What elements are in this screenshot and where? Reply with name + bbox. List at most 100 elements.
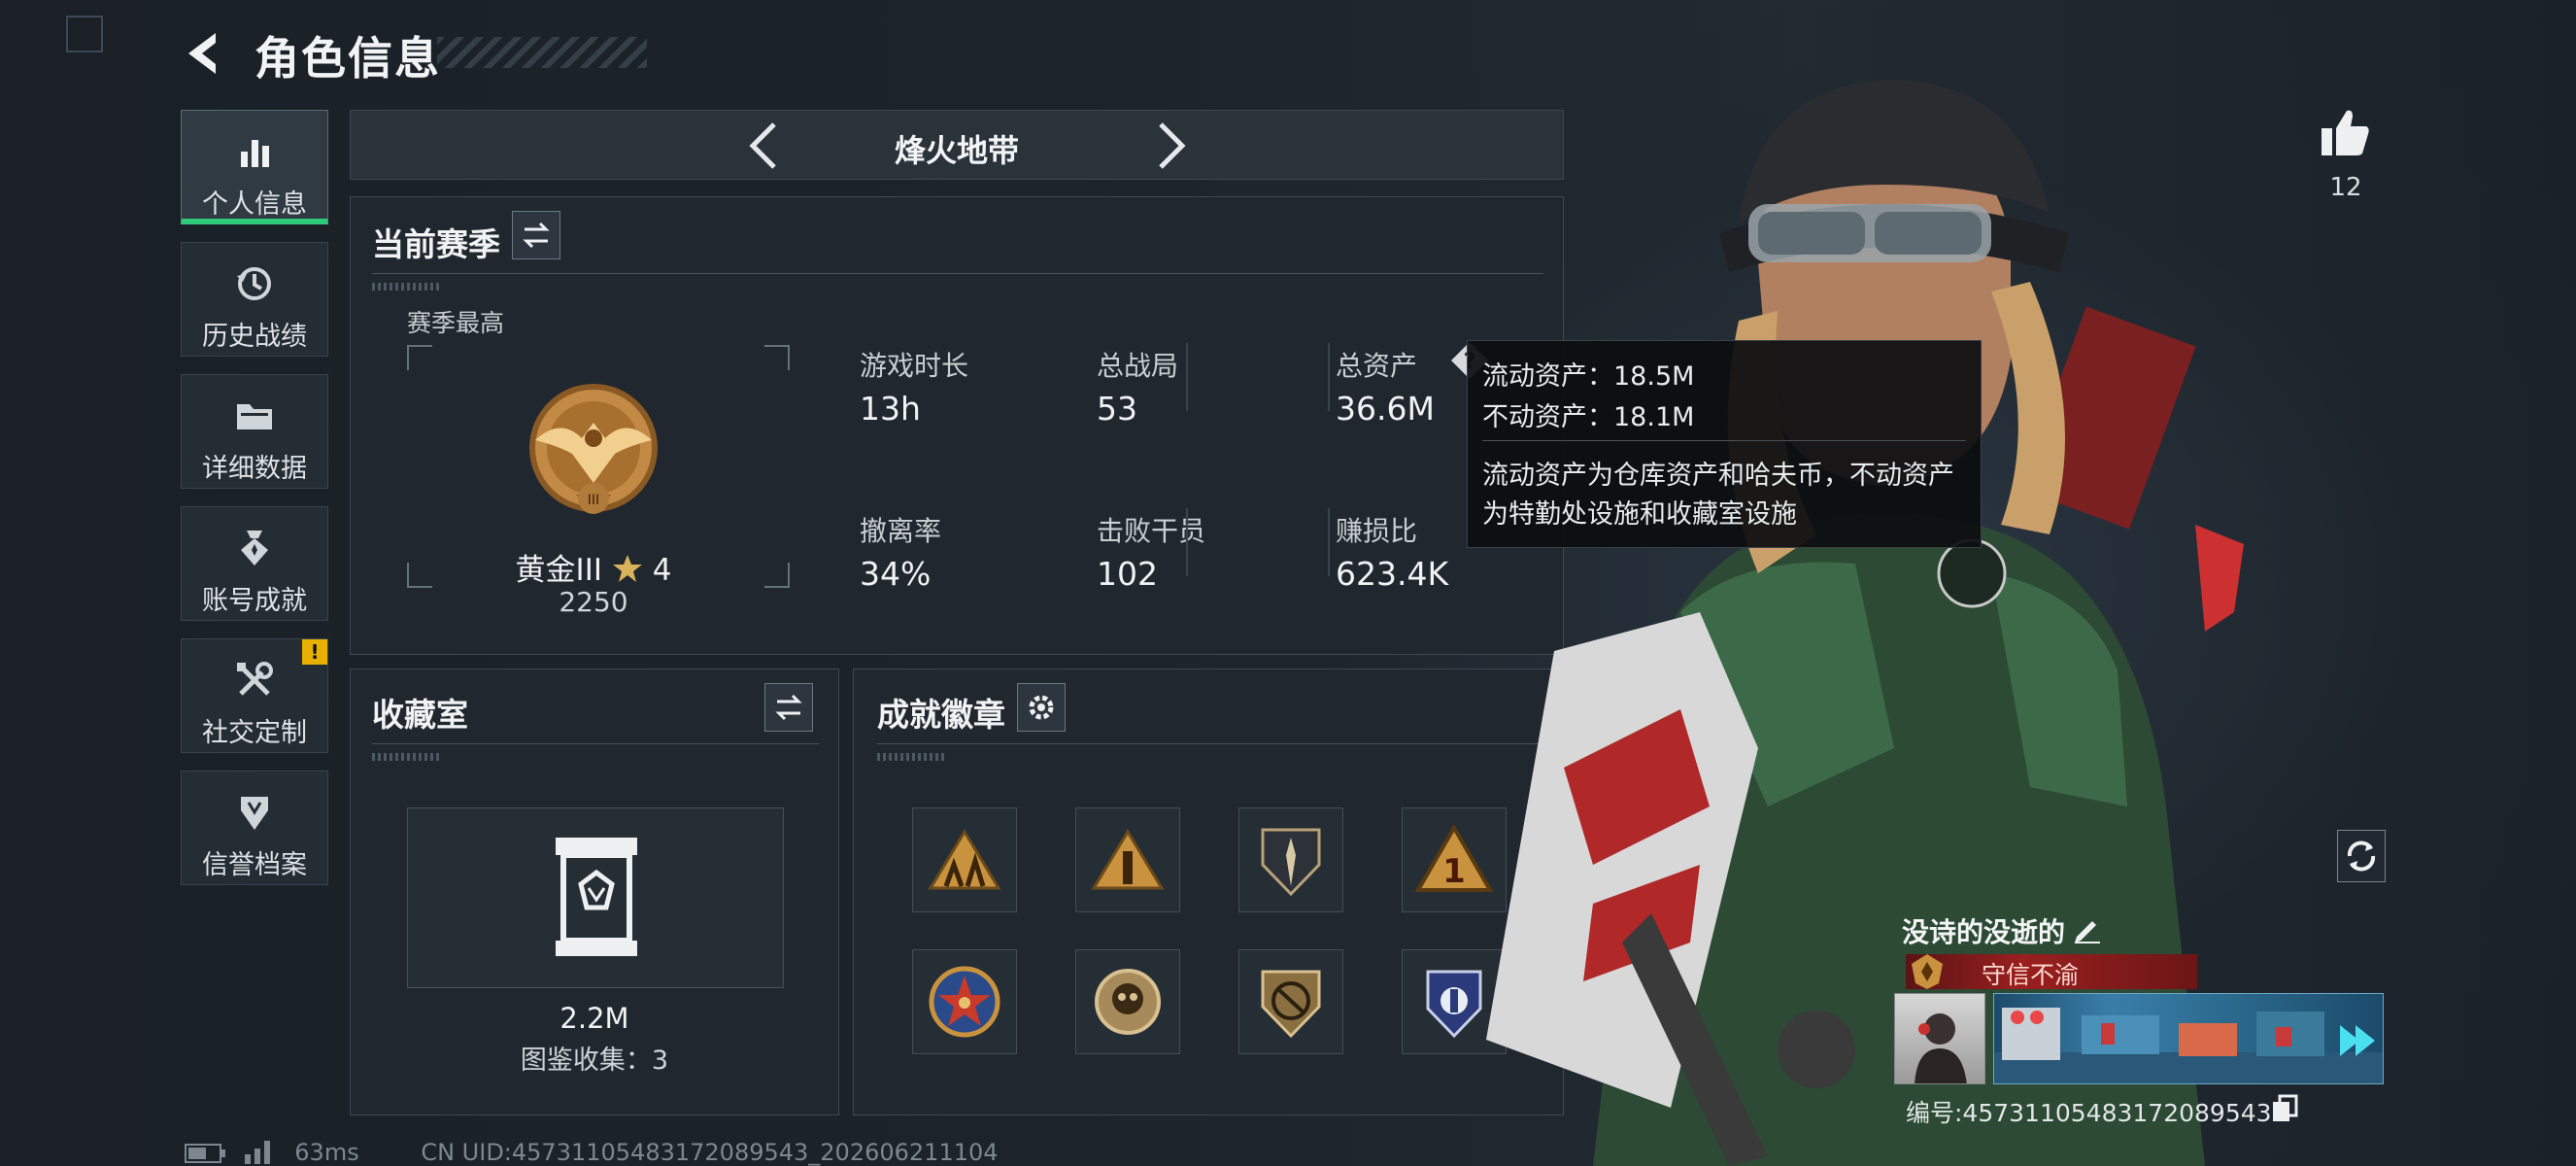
frame-corner <box>407 345 432 370</box>
collection-title: 收藏室 <box>372 696 468 734</box>
season-panel: 当前赛季 赛季最高 III 黄金III 4 2250 游戏时长 13h 总战局 … <box>350 196 1564 655</box>
copy-icon[interactable] <box>2271 1094 2298 1123</box>
stat-divider <box>1186 343 1188 411</box>
thumbs-up-icon[interactable] <box>2318 105 2372 159</box>
stat-label-total-assets: 总资产 <box>1336 350 1418 382</box>
divider <box>372 743 819 744</box>
page-title: 角色信息 <box>254 32 441 85</box>
mode-title: 烽火地带 <box>894 132 1019 169</box>
refresh-button[interactable] <box>2337 830 2386 882</box>
stat-label-extract-rate: 撤离率 <box>860 515 942 547</box>
frame-corner <box>764 345 790 370</box>
swap-icon <box>523 222 550 249</box>
player-title-text: 守信不渝 <box>1982 961 2080 989</box>
catalog-count: 图鉴收集：3 <box>520 1046 669 1076</box>
rank-score: 2250 <box>559 586 628 618</box>
stat-value-playtime: 13h <box>860 390 921 428</box>
assets-tooltip: 流动资产：18.5M 不动资产：18.1M 流动资产为仓库资产和哈夫币，不动资产… <box>1467 340 1982 548</box>
stat-label-operators-defeated: 击败干员 <box>1097 515 1206 547</box>
sidebar-item-label: 社交定制 <box>202 718 307 748</box>
sidebar-item-social-custom[interactable]: 社交定制 ! <box>181 638 328 753</box>
ping-text: 63ms <box>294 1139 359 1166</box>
pixel-city-banner <box>1994 1008 2383 1083</box>
stat-value-extract-rate: 34% <box>860 555 932 593</box>
battery-icon <box>185 1144 225 1163</box>
collection-value: 2.2M <box>559 1002 629 1035</box>
uid-text: CN UID:45731105483172089543_202606211104 <box>421 1139 999 1166</box>
no-gun-shield-icon <box>1261 970 1321 1039</box>
achievements-settings-button[interactable] <box>1017 683 1066 732</box>
achievements-title: 成就徽章 <box>877 696 1005 734</box>
achievement-badge[interactable] <box>1075 807 1180 912</box>
sidebar-item-detailed-data[interactable]: 详细数据 <box>181 374 328 489</box>
stat-label-total-matches: 总战局 <box>1097 350 1179 382</box>
rank-numeral: III <box>588 493 599 508</box>
back-button[interactable] <box>181 29 229 78</box>
history-icon <box>237 267 271 300</box>
dagger-shield-icon <box>1261 828 1321 897</box>
signal-icon <box>244 1141 270 1164</box>
star-roundel-icon <box>929 966 1000 1038</box>
tools-icon <box>237 662 273 696</box>
gear-icon <box>1029 695 1054 720</box>
sidebar-item-match-history[interactable]: 历史战绩 <box>181 242 328 357</box>
sidebar-item-label: 账号成就 <box>202 586 307 616</box>
status-bar: 63ms CN UID:45731105483172089543_2026062… <box>185 1139 999 1166</box>
corner-frame-decoration <box>66 16 103 52</box>
stat-value-total-matches: 53 <box>1097 390 1137 428</box>
rank-stars: 4 <box>652 553 672 588</box>
edit-pencil-icon[interactable] <box>2071 911 2104 944</box>
sidebar-item-credit-record[interactable]: 信誉档案 <box>181 771 328 885</box>
stat-divider <box>1328 343 1330 411</box>
season-switch-button[interactable] <box>512 211 560 259</box>
likes-count: 12 <box>2329 173 2362 202</box>
bar-chart-icon <box>241 140 269 167</box>
divider <box>877 743 1543 744</box>
stripe-decoration <box>372 753 440 761</box>
mode-selector: 烽火地带 <box>350 110 1564 180</box>
achievement-badge[interactable] <box>1238 807 1343 912</box>
title-stripe-decoration <box>437 37 647 68</box>
star-icon <box>612 555 642 582</box>
gold-rank-emblem-icon: III <box>529 384 658 514</box>
collection-display[interactable] <box>407 807 784 988</box>
notification-badge: ! <box>302 639 327 665</box>
divider <box>372 273 1543 274</box>
tower-triangle-icon <box>1091 829 1165 890</box>
achievement-badge[interactable] <box>912 949 1017 1054</box>
refresh-icon <box>2347 840 2376 872</box>
swap-icon <box>775 694 802 721</box>
tooltip-divider <box>1482 440 1966 441</box>
stat-label-playtime: 游戏时长 <box>860 350 969 382</box>
sidebar-item-label: 信誉档案 <box>202 850 307 880</box>
medal-icon <box>241 531 268 566</box>
mode-next-arrow-icon[interactable] <box>1141 119 1196 173</box>
folder-icon <box>237 404 272 429</box>
display-case-icon <box>556 838 637 956</box>
sidebar-item-personal-info[interactable]: 个人信息 <box>181 110 328 224</box>
tooltip-description-1: 流动资产为仓库资产和哈夫币，不动资产 <box>1482 461 1954 491</box>
soldiers-triangle-icon <box>928 829 1001 890</box>
achievement-badge[interactable] <box>1238 949 1343 1054</box>
rank-name: 黄金III <box>515 553 602 588</box>
sidebar-item-label: 历史战绩 <box>202 322 307 352</box>
achievement-badge[interactable] <box>1075 949 1180 1054</box>
stripe-decoration <box>372 283 440 291</box>
season-title: 当前赛季 <box>372 225 500 263</box>
sidebar-item-account-achievements[interactable]: 账号成就 <box>181 506 328 621</box>
stripe-decoration <box>877 753 945 761</box>
collection-switch-button[interactable] <box>764 683 813 732</box>
player-avatar[interactable] <box>1894 993 1985 1084</box>
tooltip-liquid-assets: 流动资产：18.5M <box>1482 361 1695 392</box>
rank-line: 黄金III 4 <box>409 545 778 589</box>
player-banner-image <box>1993 993 2384 1084</box>
stat-divider <box>1328 508 1330 576</box>
stat-value-operators-defeated: 102 <box>1097 555 1158 593</box>
sidebar-item-label: 个人信息 <box>202 189 307 220</box>
stat-value-profit-ratio: 623.4K <box>1336 555 1449 593</box>
avatar-silhouette-icon <box>1915 1013 1967 1083</box>
player-id: 编号:45731105483172089543 <box>1906 1099 2272 1127</box>
season-highest-label: 赛季最高 <box>407 309 505 337</box>
collection-panel: 收藏室 2.2M 图鉴收集：3 <box>350 669 839 1115</box>
achievement-badge[interactable] <box>912 807 1017 912</box>
